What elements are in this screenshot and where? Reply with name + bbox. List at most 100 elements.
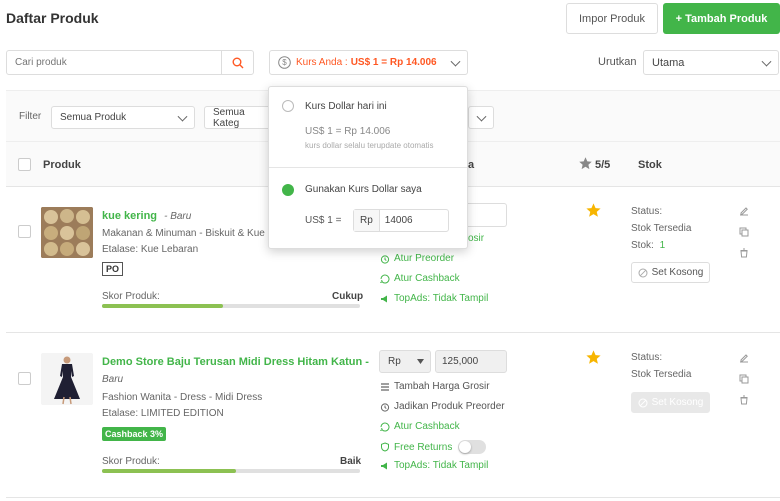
custom-kurs-input[interactable]: Rp 14006	[353, 209, 449, 232]
duplicate-icon[interactable]	[739, 227, 749, 237]
kurs-option1-title[interactable]: Kurs Dollar hari ini	[305, 101, 387, 112]
star-icon[interactable]	[585, 202, 602, 219]
column-harga: a	[468, 159, 475, 171]
kurs-label-prefix: Kurs Anda :	[296, 57, 348, 68]
product-etalase: Etalase: LIMITED EDITION	[102, 408, 224, 419]
topads-label: TopAds: Tidak Tampil	[394, 460, 489, 471]
set-empty-label: Set Kosong	[651, 267, 704, 278]
kurs-label-value: US$ 1 = Rp 14.006	[350, 57, 437, 68]
dropdown-divider	[269, 167, 467, 168]
star-icon	[579, 157, 592, 170]
search-button[interactable]	[221, 51, 253, 74]
filter-product-select[interactable]: Semua Produk	[51, 106, 195, 129]
kurs-option1-note: kurs dollar selalu terupdate otomatis	[305, 141, 434, 150]
make-preorder-label: Jadikan Produk Preorder	[394, 401, 505, 412]
kurs-select[interactable]: $ Kurs Anda : US$ 1 = Rp 14.006	[269, 50, 468, 75]
filter-label: Filter	[19, 111, 42, 122]
row-divider	[6, 332, 780, 333]
cashback-link[interactable]: Atur Cashback	[380, 273, 460, 284]
list-icon	[381, 382, 389, 391]
product-name-link[interactable]: Demo Store Baju Terusan Midi Dress Hitam…	[102, 356, 369, 368]
trash-icon[interactable]	[739, 395, 749, 405]
row-divider	[6, 497, 780, 498]
filter-category-select[interactable]: Semua Kateg	[204, 106, 274, 129]
product-name-link[interactable]: kue kering	[102, 210, 157, 222]
duplicate-icon[interactable]	[739, 374, 749, 384]
shield-icon	[381, 442, 389, 452]
caret-down-icon	[417, 359, 424, 364]
trash-icon[interactable]	[739, 248, 749, 258]
chevron-down-icon	[177, 111, 188, 122]
kurs-option1-rate: US$ 1 = Rp 14.006	[305, 126, 391, 137]
set-empty-button[interactable]: Set Kosong	[631, 262, 710, 283]
row-checkbox[interactable]	[18, 372, 31, 385]
search-icon	[232, 57, 243, 68]
wholesale-link[interactable]: Tambah Harga Grosir	[380, 381, 490, 392]
score-bar	[102, 469, 360, 473]
status-value: Stok Tersedia	[631, 223, 692, 234]
score-bar	[102, 304, 360, 308]
filter-category-value: Semua Kateg	[213, 106, 245, 129]
topads-link[interactable]: TopAds: Tidak Tampil	[380, 460, 488, 471]
product-etalase: Etalase: Kue Lebaran	[102, 244, 199, 255]
score-bar-fill	[102, 469, 237, 473]
page-title: Daftar Produk	[6, 10, 99, 26]
cashback-badge: Cashback 3%	[102, 427, 167, 441]
column-stok: Stok	[638, 159, 662, 171]
kurs-option1-radio[interactable]	[282, 100, 294, 112]
toggle-knob	[459, 441, 472, 453]
star-icon[interactable]	[585, 349, 602, 366]
topads-label: TopAds: Tidak Tampil	[394, 293, 489, 304]
search-box	[6, 50, 254, 75]
set-empty-button[interactable]: Set Kosong	[631, 392, 710, 413]
chevron-down-icon	[761, 56, 772, 67]
wholesale-link-partial[interactable]: osir	[468, 233, 484, 244]
product-condition: - Baru	[164, 211, 192, 222]
price-input[interactable]: 125,000	[435, 350, 507, 373]
select-all-checkbox[interactable]	[18, 158, 31, 171]
status-label: Status:	[631, 352, 663, 363]
kurs-option2-radio[interactable]	[282, 184, 294, 196]
topads-link[interactable]: TopAds: Tidak Tampil	[380, 293, 488, 304]
sort-value: Utama	[652, 56, 685, 69]
product-image	[41, 353, 93, 405]
sort-select[interactable]: Utama	[643, 50, 779, 75]
custom-kurs-value: 14006	[384, 215, 413, 226]
make-preorder-link[interactable]: Jadikan Produk Preorder	[380, 401, 505, 412]
free-returns-row: Free Returns	[380, 440, 487, 454]
column-rating: 5/5	[595, 159, 611, 171]
score-label: Skor Produk:	[102, 291, 160, 302]
preorder-badge: PO	[102, 262, 124, 276]
alarm-clock-icon	[380, 254, 390, 264]
free-returns-toggle[interactable]	[458, 440, 487, 454]
cashback-icon	[380, 274, 390, 284]
cashback-link[interactable]: Atur Cashback	[380, 421, 460, 432]
score-bar-fill	[102, 304, 224, 308]
add-product-button[interactable]: + Tambah Produk	[663, 3, 780, 34]
search-input[interactable]	[7, 51, 221, 74]
edit-icon[interactable]	[739, 353, 749, 363]
score-label: Skor Produk:	[102, 456, 160, 467]
megaphone-icon	[381, 462, 387, 469]
megaphone-icon	[381, 295, 387, 302]
preorder-label: Atur Preorder	[394, 253, 455, 264]
price-input-partial[interactable]	[467, 203, 507, 227]
wholesale-label: Tambah Harga Grosir	[394, 381, 490, 392]
currency-select[interactable]: Rp	[379, 350, 431, 373]
preorder-link[interactable]: Atur Preorder	[380, 253, 454, 264]
edit-icon[interactable]	[739, 206, 749, 216]
alarm-clock-icon	[380, 402, 390, 412]
product-thumbnail[interactable]	[41, 207, 93, 258]
score-value: Cukup	[332, 291, 364, 302]
currency-value: Rp	[388, 356, 401, 367]
status-label: Status:	[631, 206, 663, 217]
kurs-option2-title[interactable]: Gunakan Kurs Dollar saya	[305, 184, 422, 195]
filter-third-select[interactable]	[468, 106, 494, 129]
product-thumbnail[interactable]	[41, 353, 93, 405]
sort-label: Urutkan	[598, 56, 637, 68]
stock-label: Stok:	[631, 240, 654, 251]
stock-value[interactable]: 1	[660, 240, 666, 251]
import-product-button[interactable]: Impor Produk	[566, 3, 658, 34]
block-icon	[638, 398, 648, 407]
row-checkbox[interactable]	[18, 225, 31, 238]
